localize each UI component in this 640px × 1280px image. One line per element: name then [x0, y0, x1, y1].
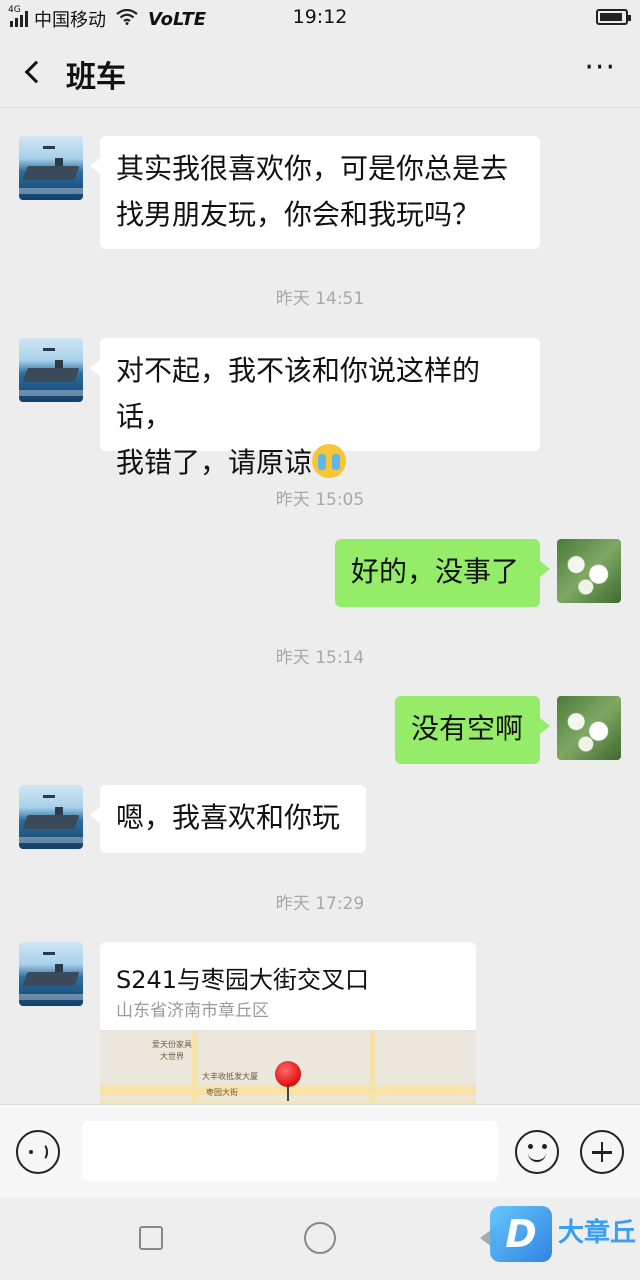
my-avatar[interactable]	[557, 539, 621, 603]
message-text: 其实我很喜欢你，可是你总是去	[116, 152, 509, 185]
message-list[interactable]: 其实我很喜欢你，可是你总是去 找男朋友玩，你会和我玩吗？ 昨天 14:51 对不…	[0, 108, 640, 1104]
map-label: 大丰收抵发大厦	[202, 1072, 258, 1081]
message-timestamp: 昨天 15:05	[275, 490, 365, 510]
plus-icon[interactable]	[580, 1130, 624, 1174]
message-bubble-sent[interactable]: 好的，没事了	[335, 539, 550, 607]
crying-face-emoji	[312, 444, 347, 478]
watermark-logo: D	[490, 1206, 552, 1262]
message-input[interactable]	[82, 1121, 498, 1181]
location-title: S241与枣园大街交叉口	[116, 966, 370, 994]
contact-avatar[interactable]	[19, 136, 83, 200]
map-label: 爱天份家具	[152, 1040, 192, 1049]
battery-icon	[596, 9, 631, 25]
home-icon[interactable]	[304, 1222, 336, 1254]
watermark-text: 大章丘	[558, 1218, 637, 1248]
chat-header: 班车 ···	[0, 36, 640, 108]
map-label: 枣园大街	[206, 1088, 238, 1097]
location-card[interactable]: S241与枣园大街交叉口 山东省济南市章丘区 爱天份家具 大世界 大丰收抵发大厦…	[100, 942, 476, 1104]
message-text: 我错了，请原谅	[116, 446, 313, 479]
recent-apps-icon[interactable]	[139, 1226, 163, 1250]
contact-avatar[interactable]	[19, 785, 83, 849]
voice-icon[interactable]	[16, 1130, 60, 1174]
input-bar	[0, 1104, 640, 1198]
emoji-icon[interactable]	[515, 1130, 559, 1174]
message-text: 嗯，我喜欢和你玩	[116, 801, 341, 834]
message-text: 对不起，我不该和你说这样的话，	[116, 354, 481, 433]
system-nav-bar: D 大章丘	[0, 1198, 640, 1280]
contact-avatar[interactable]	[19, 338, 83, 402]
message-timestamp: 昨天 15:14	[275, 648, 365, 668]
message-bubble-sent[interactable]: 没有空啊	[395, 696, 550, 764]
chevron-left-icon	[24, 60, 48, 84]
location-address: 山东省济南市章丘区	[116, 1001, 269, 1021]
watermark: D 大章丘	[490, 1206, 640, 1270]
message-text: 没有空啊	[411, 712, 524, 745]
status-time: 19:12	[292, 6, 348, 28]
contact-avatar[interactable]	[19, 942, 83, 1006]
message-bubble-received[interactable]: 对不起，我不该和你说这样的话， 我错了，请原谅	[90, 338, 540, 479]
my-avatar[interactable]	[557, 696, 621, 760]
map-label: 大世界	[160, 1052, 184, 1061]
status-bar: 4G 中国移动 VoLTE 19:12	[0, 0, 640, 36]
more-options-button[interactable]: ···	[584, 53, 616, 83]
location-pin-icon	[275, 1061, 301, 1087]
message-bubble-received[interactable]: 嗯，我喜欢和你玩	[90, 785, 366, 853]
chat-title: 班车	[66, 60, 126, 95]
location-map[interactable]: 爱天份家具 大世界 大丰收抵发大厦 枣园大街	[100, 1030, 476, 1104]
message-bubble-received[interactable]: 其实我很喜欢你，可是你总是去 找男朋友玩，你会和我玩吗？	[90, 136, 540, 249]
message-timestamp: 昨天 14:51	[275, 289, 365, 309]
message-text: 好的，没事了	[351, 555, 520, 588]
back-button[interactable]	[14, 54, 50, 90]
message-text: 找男朋友玩，你会和我玩吗？	[116, 198, 481, 231]
message-timestamp: 昨天 17:29	[275, 894, 365, 914]
